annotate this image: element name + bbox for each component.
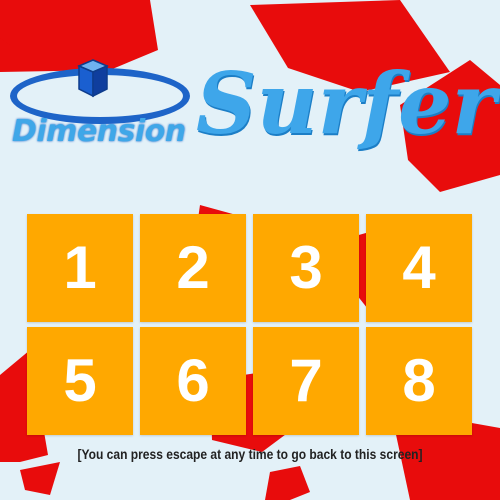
level-5-button[interactable]: 5 — [27, 327, 133, 435]
level-number: 7 — [289, 347, 323, 414]
game-logo: Dimension Surfer — [0, 0, 500, 200]
level-3-button[interactable]: 3 — [253, 214, 359, 322]
level-number: 8 — [402, 347, 436, 414]
level-number: 4 — [402, 234, 436, 301]
red-shape-bottom-center — [265, 466, 310, 500]
level-number: 3 — [289, 234, 323, 301]
level-number: 6 — [176, 347, 210, 414]
logo-word-surfer: Surfer — [196, 54, 496, 153]
level-2-button[interactable]: 2 — [140, 214, 246, 322]
logo-word-dimension: Dimension — [12, 114, 186, 149]
level-select-grid: 1 2 3 4 5 6 7 8 — [27, 214, 473, 435]
level-1-button[interactable]: 1 — [27, 214, 133, 322]
red-shape-bottom-left-2 — [20, 462, 60, 495]
level-4-button[interactable]: 4 — [366, 214, 472, 322]
level-number: 5 — [63, 347, 97, 414]
level-8-button[interactable]: 8 — [366, 327, 472, 435]
level-6-button[interactable]: 6 — [140, 327, 246, 435]
escape-hint-text: [You can press escape at any time to go … — [77, 446, 423, 462]
level-7-button[interactable]: 7 — [253, 327, 359, 435]
cube-icon — [77, 59, 109, 98]
level-number: 2 — [176, 234, 210, 301]
level-number: 1 — [63, 234, 97, 301]
